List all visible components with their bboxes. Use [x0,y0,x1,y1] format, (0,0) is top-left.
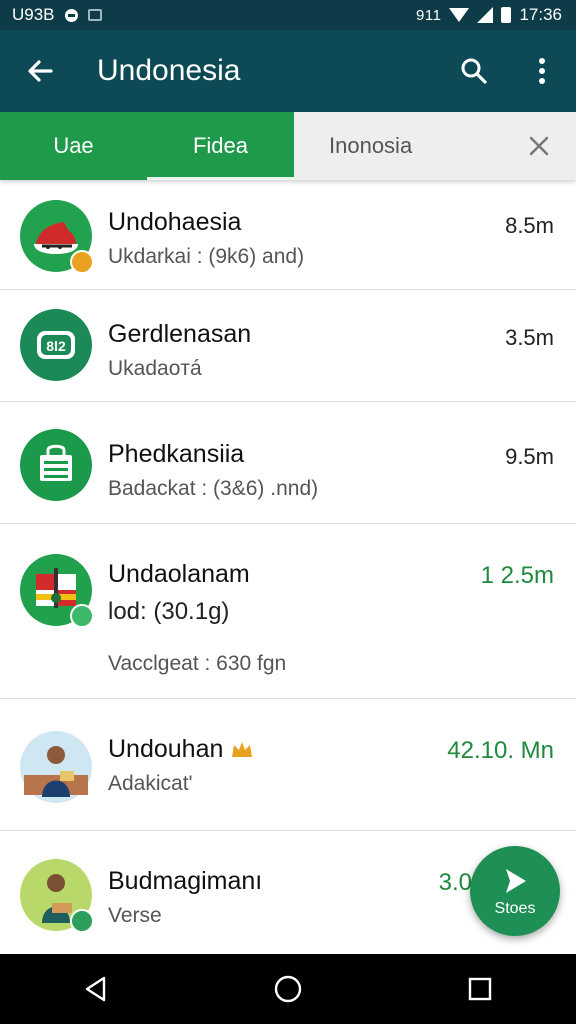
search-button[interactable] [454,51,494,91]
item-size: 8.5m [505,213,554,238]
item-subtitle: Verse [108,904,162,927]
item-avatar: 8l2 [20,309,92,381]
item-subtitle: Ukdarkai : (9k6) and) [108,245,305,268]
back-button[interactable] [20,51,60,91]
list-item[interactable]: 8l2 Gerdlenasan Ukadaoтá 3.5m [0,290,576,402]
refresh-badge-icon [70,909,94,933]
item-avatar [20,429,92,501]
item-size: 3.5m [505,325,554,350]
home-circle-icon [274,975,302,1003]
image-icon [87,9,102,21]
signal-icon [477,7,494,23]
close-icon [529,136,549,156]
map-badge-icon: 8l2 [37,331,75,359]
circle-icon [64,8,78,22]
app-list: Undohaesia Ukdarkai : (9k6) and) 8.5m 8l… [0,180,576,956]
status-left-text: U93B [12,5,55,24]
badge-icon [70,250,94,274]
app-bar: Undonesia [0,30,576,112]
item-title: Undaolanam [108,560,250,588]
item-title: Phedkansiia [108,440,245,468]
tab-label: Uae [53,133,94,158]
item-size: 3.0 [438,869,472,896]
search-value: Inonosia [329,133,413,158]
recents-square-icon [468,977,492,1001]
item-title: Budmagimanı [108,867,263,895]
nav-home-button[interactable] [258,959,318,1019]
status-bar: U93B 911 17:36 [0,0,576,30]
play-icon [506,869,526,893]
tab-bar: Uae Fidea Inonosia [0,112,576,180]
back-arrow-icon [28,60,53,82]
more-options-button[interactable] [522,51,562,91]
search-field[interactable]: Inonosia [294,112,576,180]
list-item[interactable]: Phedkansiia Badackat : (3&6) .nnd) 9.5m [0,402,576,524]
item-subtitle: Ukadaoтá [108,357,202,380]
list-item[interactable]: Undohaesia Ukdarkai : (9k6) and) 8.5m [0,180,576,290]
network-indicator: 911 [416,6,442,24]
item-size: 9.5m [505,444,554,469]
item-size: 42.10. Mn [447,737,554,764]
nav-back-button[interactable] [66,959,126,1019]
crown-icon [232,742,253,757]
item-subtitle-secondary: Vacclgeat : 630 fgn [108,652,287,675]
list-item[interactable]: Undaolanam lod: (30.1g) Vacclgeat : 630 … [0,524,576,699]
fab-button[interactable]: Stoes [470,846,560,936]
clear-search-button[interactable] [524,131,554,161]
item-title: Gerdlenasan [108,320,252,348]
tab-uae[interactable]: Uae [0,112,147,180]
refresh-badge-icon [70,604,94,628]
tab-fidea[interactable]: Fidea [147,112,294,180]
item-subtitle: lod: (30.1g) [108,598,230,625]
more-vert-icon [539,58,545,84]
search-icon [461,58,487,84]
item-size: 1 2.5m [480,562,554,589]
nav-recents-button[interactable] [450,959,510,1019]
item-title: Undouhan [108,735,254,764]
item-subtitle: Badackat : (3&6) .nnd) [108,477,319,500]
back-triangle-icon [85,976,106,1002]
tab-label: Fidea [192,133,249,158]
person-photo-icon [24,746,88,797]
item-avatar [20,731,92,803]
page-title: Undonesia [97,54,241,87]
item-avatar [20,554,94,628]
shopping-bag-icon [40,444,72,481]
wifi-icon [449,8,470,22]
battery-icon [501,7,512,23]
fab-label: Stoes [494,900,536,917]
status-time: 17:36 [519,5,562,24]
avatar-text: 8l2 [46,338,66,354]
item-title-text: Undouhan [108,735,224,763]
item-avatar [20,200,94,274]
list-item[interactable]: Undouhan Adakicat' 42.10. Mn [0,699,576,831]
item-subtitle: Adakicat' [108,772,193,795]
system-nav-bar [0,954,576,1024]
item-avatar [20,859,94,933]
item-title: Undohaesia [108,208,242,236]
